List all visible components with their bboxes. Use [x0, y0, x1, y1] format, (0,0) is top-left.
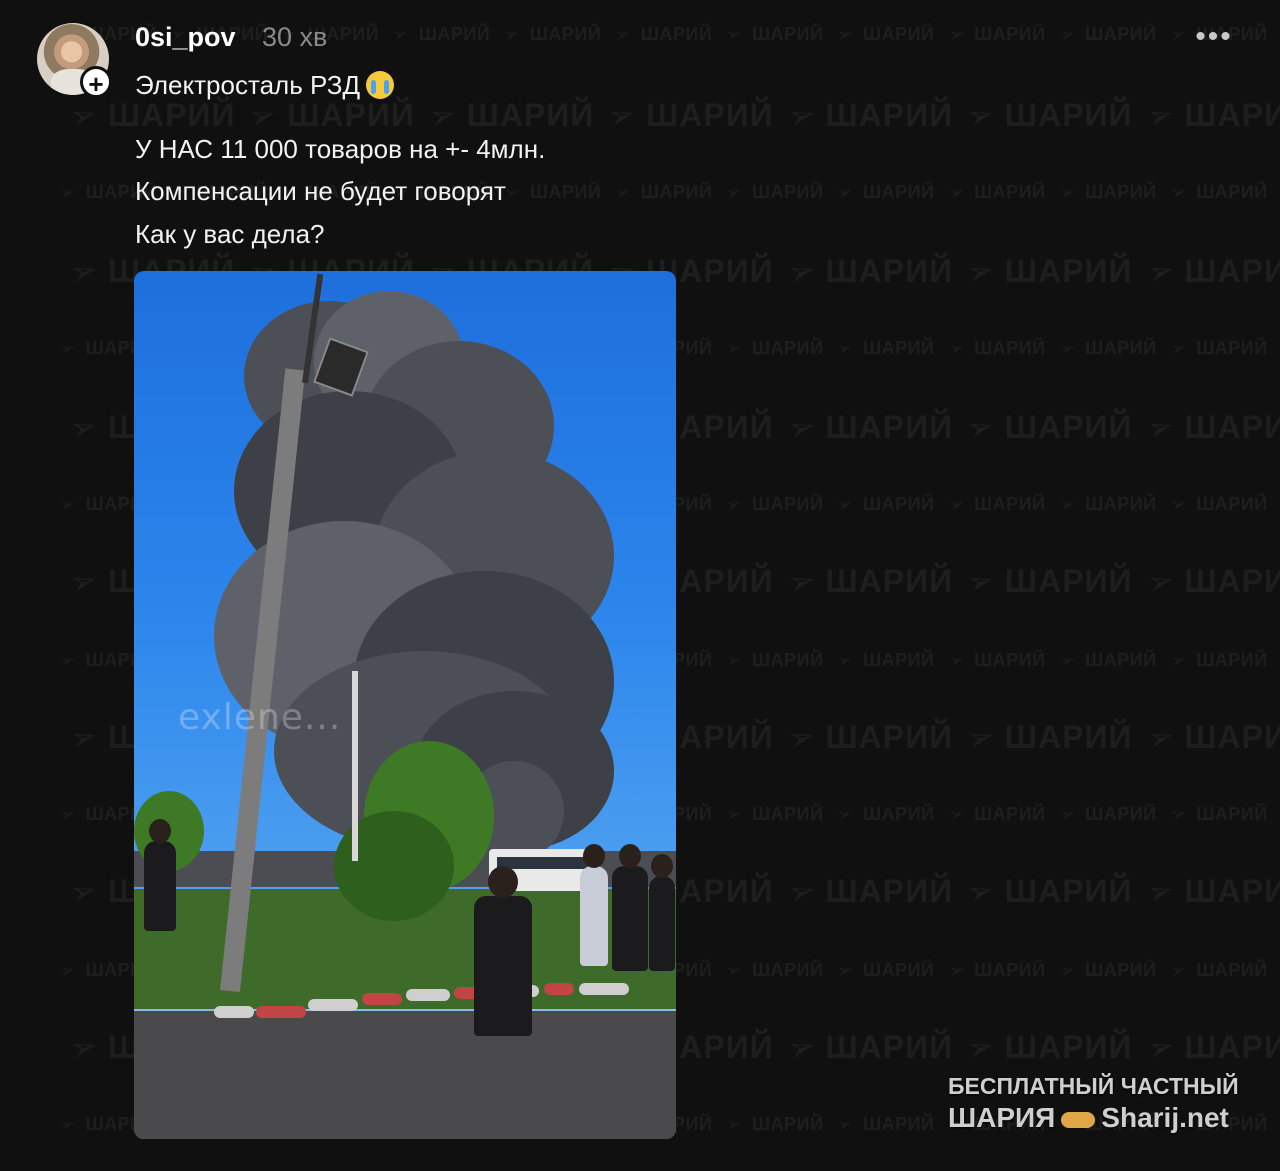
- video-watermark: exlene...: [178, 697, 342, 738]
- post-text-line-3: Компенсации не будет говорят: [135, 176, 506, 206]
- post: + 0si_pov 30 хв ••• Электросталь РЗД У Н…: [0, 0, 1280, 1171]
- post-text-line-1: Электросталь РЗД: [135, 70, 395, 101]
- plus-icon: +: [88, 69, 104, 99]
- post-video[interactable]: exlene...: [134, 271, 676, 1139]
- branding-watermark: БЕСПЛАТНЫЙ ЧАСТНЫЙ ШАРИЯ Sharij.net: [948, 1070, 1258, 1134]
- more-options-button[interactable]: •••: [1190, 20, 1238, 54]
- branding-line-2: ШАРИЯ Sharij.net: [948, 1102, 1229, 1133]
- crying-face-emoji-icon: [366, 71, 395, 99]
- follow-button[interactable]: +: [80, 66, 112, 99]
- post-text-line-2: У НАС 11 000 товаров на +- 4млн.: [135, 134, 546, 164]
- branding-line-1: БЕСПЛАТНЫЙ ЧАСТНЫЙ: [948, 1073, 1239, 1099]
- username[interactable]: 0si_pov: [135, 22, 236, 53]
- more-horizontal-icon: •••: [1195, 20, 1233, 53]
- post-timestamp: 30 хв: [262, 22, 328, 52]
- pointing-hand-icon: [1061, 1111, 1096, 1128]
- post-text-line-4: Как у вас дела?: [135, 219, 325, 249]
